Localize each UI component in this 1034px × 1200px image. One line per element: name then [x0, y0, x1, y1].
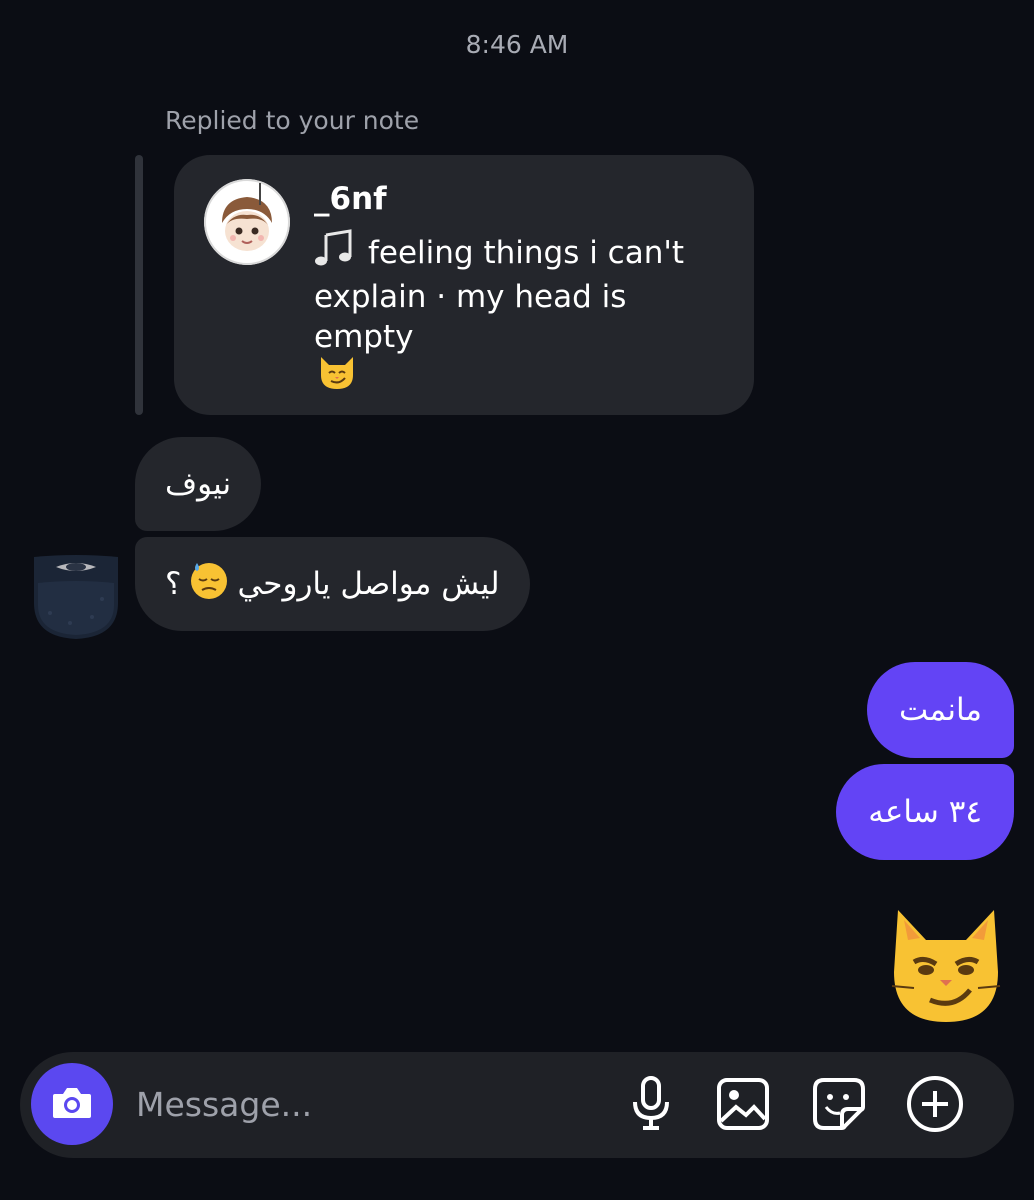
plus-circle-icon	[906, 1075, 964, 1137]
sender-avatar[interactable]	[30, 553, 122, 641]
message-incoming-2[interactable]: ليش مواصل ياروحي ؟	[135, 537, 530, 631]
sticker-icon	[812, 1077, 866, 1135]
note-text: feeling things i can't explain · my head…	[314, 235, 685, 355]
replied-label: Replied to your note	[165, 106, 420, 135]
smirking-cat-emoji	[317, 351, 357, 395]
camera-button[interactable]	[31, 1063, 113, 1145]
microphone-button[interactable]	[622, 1076, 680, 1136]
message-incoming-1[interactable]: نيوف	[135, 437, 262, 531]
message-outgoing-2[interactable]: ٣٤ ساعه	[836, 764, 1014, 860]
gallery-button[interactable]	[714, 1077, 772, 1135]
message-input[interactable]	[136, 1082, 596, 1126]
sticker-button[interactable]	[810, 1077, 868, 1135]
message-text: ليش مواصل ياروحي	[237, 566, 500, 602]
note-text-block: feeling things i can't explain · my head…	[314, 229, 734, 357]
add-button[interactable]	[906, 1075, 964, 1137]
note-avatar[interactable]	[204, 179, 290, 265]
note-username: _6nf	[314, 181, 387, 217]
smirking-cat-sticker[interactable]	[890, 906, 1002, 1024]
microphone-icon	[631, 1076, 671, 1136]
message-text: مانمت	[898, 692, 982, 728]
gallery-icon	[716, 1077, 770, 1135]
reply-bar	[135, 155, 143, 415]
note-card[interactable]: _6nf feeling things i can't explain · my…	[174, 155, 754, 415]
music-note-icon	[314, 229, 354, 277]
message-outgoing-1[interactable]: مانمت	[866, 662, 1014, 758]
message-text: نيوف	[165, 466, 232, 502]
message-composer	[20, 1052, 1014, 1158]
message-text: ٣٤ ساعه	[868, 794, 982, 830]
message-punctuation: ؟	[165, 566, 182, 602]
camera-icon	[51, 1084, 93, 1124]
downcast-sweat-face-emoji	[187, 557, 231, 611]
timestamp: 8:46 AM	[465, 30, 569, 59]
